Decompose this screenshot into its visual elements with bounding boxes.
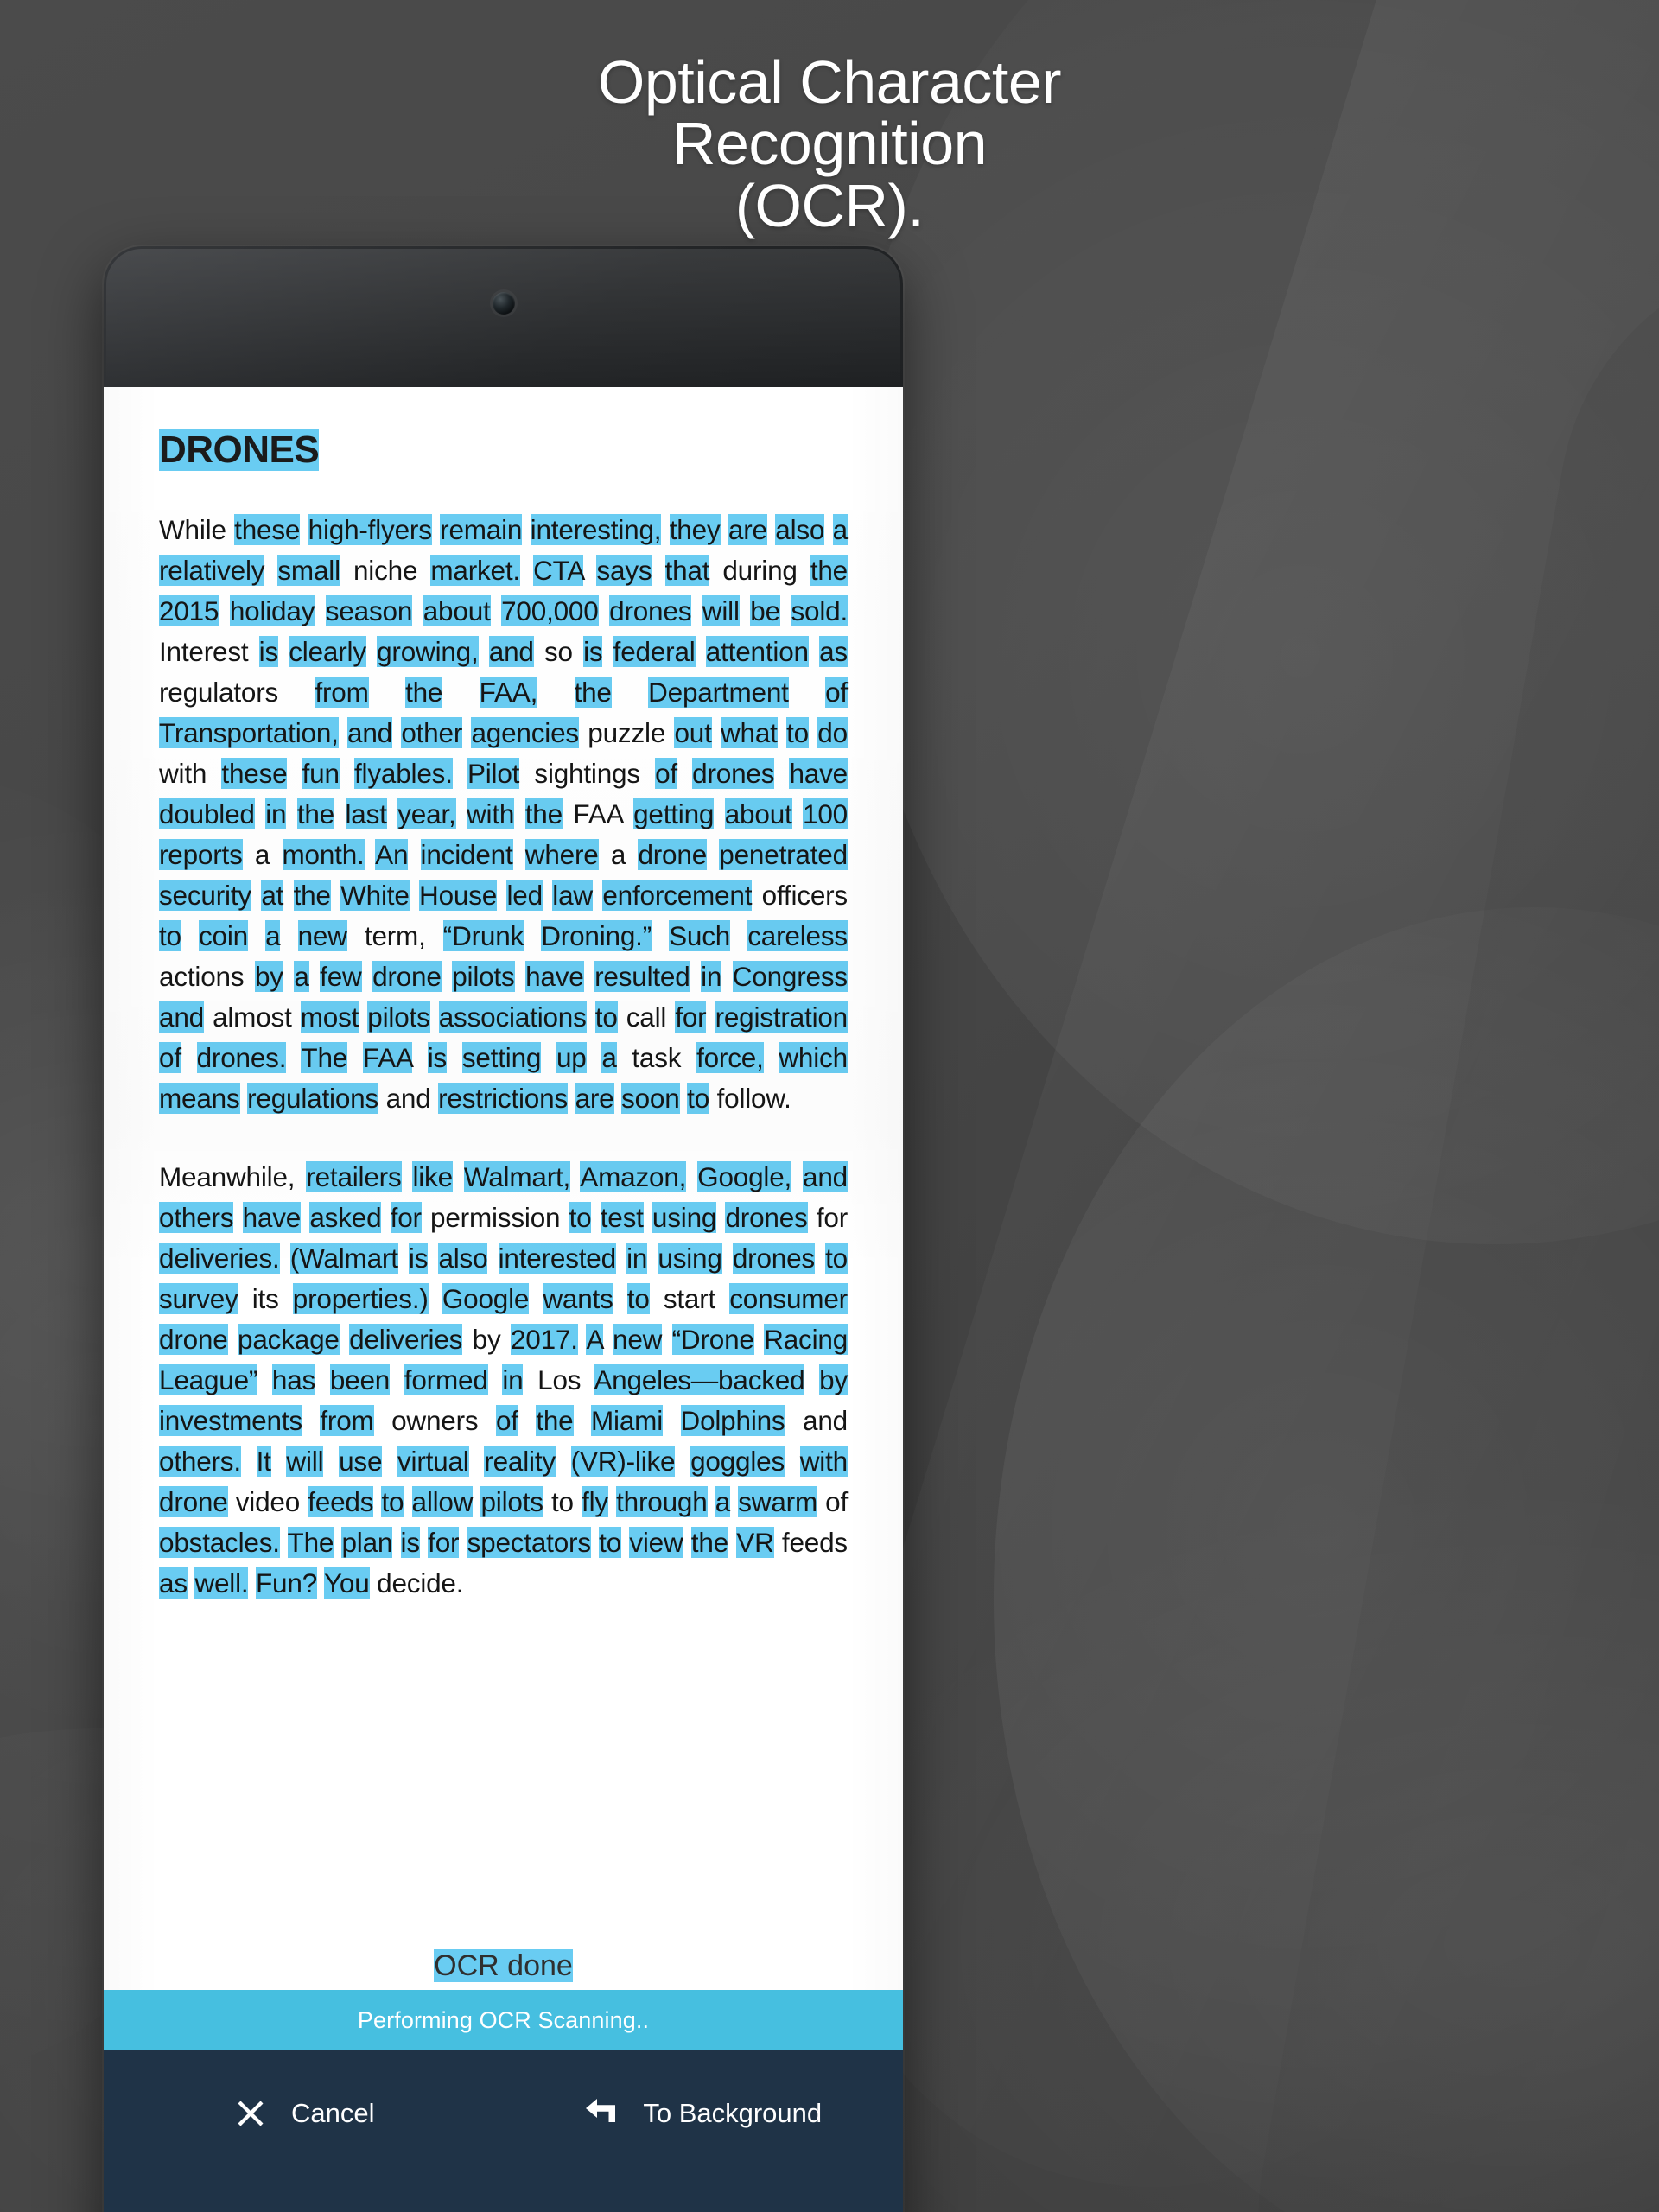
ocr-status-bar: Performing OCR Scanning.. [104, 1990, 903, 2050]
page-title: Optical Character Recognition (OCR). [0, 48, 1659, 239]
device-screen: DRONES While these high-flyers remain in… [104, 387, 903, 2212]
page-title-line-2: Recognition [671, 110, 988, 178]
backdrop-band-2 [1217, 212, 1659, 2212]
backdrop-swirl-2 [994, 907, 1659, 2212]
clipped-document-line-text: OCR done [434, 1949, 573, 1982]
document-paragraph: While these high-flyers remain interesti… [159, 514, 849, 1114]
promo-screen: Optical Character Recognition (OCR). DRO… [0, 0, 1659, 2212]
front-camera-icon [492, 292, 515, 315]
scanned-document-page[interactable]: DRONES While these high-flyers remain in… [104, 387, 903, 1990]
page-title-line-3: (OCR). [734, 171, 925, 239]
document-heading: DRONES [159, 429, 320, 471]
ocr-action-bar: Cancel To Background [104, 2050, 903, 2212]
arrow-return-left-icon [584, 2095, 620, 2132]
clipped-document-line: OCR done [104, 1949, 903, 1991]
to-background-button[interactable]: To Background [504, 2095, 904, 2132]
tablet-device: DRONES While these high-flyers remain in… [104, 246, 903, 2212]
cancel-button[interactable]: Cancel [104, 2095, 504, 2132]
ocr-status-label: Performing OCR Scanning.. [357, 2006, 650, 2033]
close-x-icon [232, 2095, 269, 2132]
document-paragraph: Meanwhile, retailers like Walmart, Amazo… [159, 1161, 849, 1599]
page-title-line-1: Optical Character [597, 48, 1062, 116]
to-background-button-label: To Background [643, 2098, 823, 2128]
cancel-button-label: Cancel [291, 2098, 375, 2128]
